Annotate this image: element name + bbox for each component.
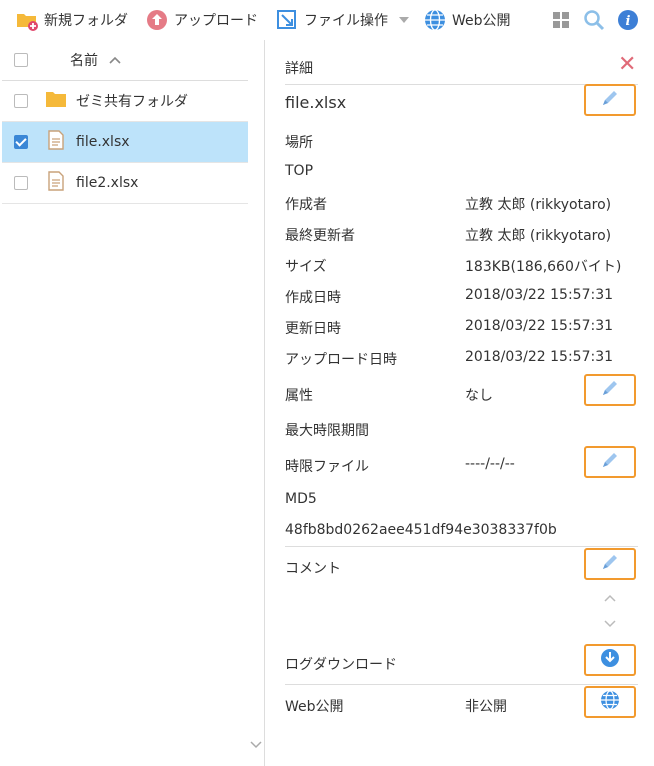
log-download-label: ログダウンロード [285, 657, 397, 673]
md5-label: MD5 [285, 491, 317, 507]
comment-label: コメント [285, 561, 341, 577]
max-period-label: 最大時限期間 [285, 423, 369, 439]
folder-icon [45, 90, 67, 112]
row-checkbox[interactable] [14, 94, 28, 108]
file-row-selected[interactable]: file.xlsx [2, 122, 248, 163]
close-icon[interactable]: ✕ [618, 54, 636, 76]
web-publish-button[interactable]: Web公開 [424, 8, 511, 32]
created-value: 2018/03/22 15:57:31 [465, 287, 614, 303]
row-checkbox-checked[interactable] [14, 135, 28, 149]
updater-value: 立教 太郎 (rikkyotaro) [465, 228, 612, 244]
web-publish-label: Web公開 [285, 699, 344, 715]
new-folder-button[interactable]: 新規フォルダ [16, 8, 128, 32]
upload-label: アップロード [174, 13, 258, 29]
attribute-label: 属性 [285, 388, 313, 404]
attribute-value: なし [465, 388, 493, 404]
svg-text:i: i [626, 14, 631, 29]
new-folder-label: 新規フォルダ [44, 13, 128, 29]
globe-icon [599, 689, 621, 715]
edit-comment-button[interactable] [584, 548, 636, 580]
updated-value: 2018/03/22 15:57:31 [465, 318, 614, 334]
limit-file-label: 時限ファイル [285, 459, 369, 475]
location-label: 場所 [285, 135, 313, 151]
divider [285, 546, 638, 547]
edit-attribute-button[interactable] [584, 374, 636, 406]
file-list-panel: 名前 ゼミ共有フォルダ file.xlsx file2.xlsx [0, 40, 265, 766]
pencil-icon [599, 449, 621, 475]
log-download-button[interactable] [584, 644, 636, 676]
sort-asc-icon[interactable] [108, 53, 122, 69]
row-checkbox[interactable] [14, 176, 28, 190]
detail-panel: 詳細 ✕ file.xlsx 場所 TOP 作成者 立教 太郎 (rikkyot… [265, 40, 654, 766]
name-column-header[interactable]: 名前 [70, 50, 98, 70]
web-publish-label: Web公開 [452, 13, 511, 29]
md5-value: 48fb8bd0262aee451df94e3038337f0b [285, 522, 557, 538]
pencil-icon [599, 87, 621, 113]
file-name: file.xlsx [76, 134, 130, 150]
file-operations-label: ファイル操作 [304, 13, 388, 29]
detail-filename: file.xlsx [285, 93, 347, 112]
size-value: 183KB(186,660バイト) [465, 259, 622, 275]
created-label: 作成日時 [285, 290, 341, 306]
comment-scroll-arrows[interactable] [603, 593, 617, 633]
edit-limit-file-button[interactable] [584, 446, 636, 478]
upload-icon [146, 9, 168, 31]
new-folder-icon [16, 9, 38, 31]
file-row[interactable]: file2.xlsx [2, 163, 248, 204]
divider [285, 684, 638, 685]
file-operations-icon [276, 9, 298, 31]
file-row-folder[interactable]: ゼミ共有フォルダ [2, 81, 248, 122]
globe-icon [424, 9, 446, 31]
info-icon[interactable]: i [617, 9, 639, 31]
edit-filename-button[interactable] [584, 84, 636, 116]
updater-label: 最終更新者 [285, 228, 355, 244]
file-operations-menu[interactable]: ファイル操作 [276, 8, 410, 32]
file-name: ゼミ共有フォルダ [76, 94, 188, 110]
select-all-checkbox[interactable] [14, 53, 28, 67]
pencil-icon [599, 551, 621, 577]
file-icon [47, 171, 65, 195]
uploaded-value: 2018/03/22 15:57:31 [465, 349, 614, 365]
grid-view-icon[interactable] [550, 9, 572, 31]
pencil-icon [599, 377, 621, 403]
toolbar: 新規フォルダ アップロード ファイル操作 Web公開 i [0, 0, 654, 40]
creator-label: 作成者 [285, 197, 327, 213]
size-label: サイズ [285, 259, 327, 275]
limit-file-value: ----/--/-- [465, 456, 515, 472]
web-publish-settings-button[interactable] [584, 686, 636, 718]
chevron-down-icon [398, 12, 410, 28]
download-icon [599, 647, 621, 673]
file-icon [47, 130, 65, 154]
uploaded-label: アップロード日時 [285, 352, 397, 368]
file-list-header: 名前 [2, 40, 248, 81]
creator-value: 立教 太郎 (rikkyotaro) [465, 197, 612, 213]
detail-title: 詳細 [285, 61, 313, 77]
location-value: TOP [285, 163, 314, 179]
upload-button[interactable]: アップロード [146, 8, 258, 32]
updated-label: 更新日時 [285, 321, 341, 337]
file-name: file2.xlsx [76, 175, 139, 191]
web-publish-value: 非公開 [465, 699, 507, 715]
search-icon[interactable] [583, 9, 605, 31]
scroll-down-icon[interactable] [250, 738, 262, 750]
